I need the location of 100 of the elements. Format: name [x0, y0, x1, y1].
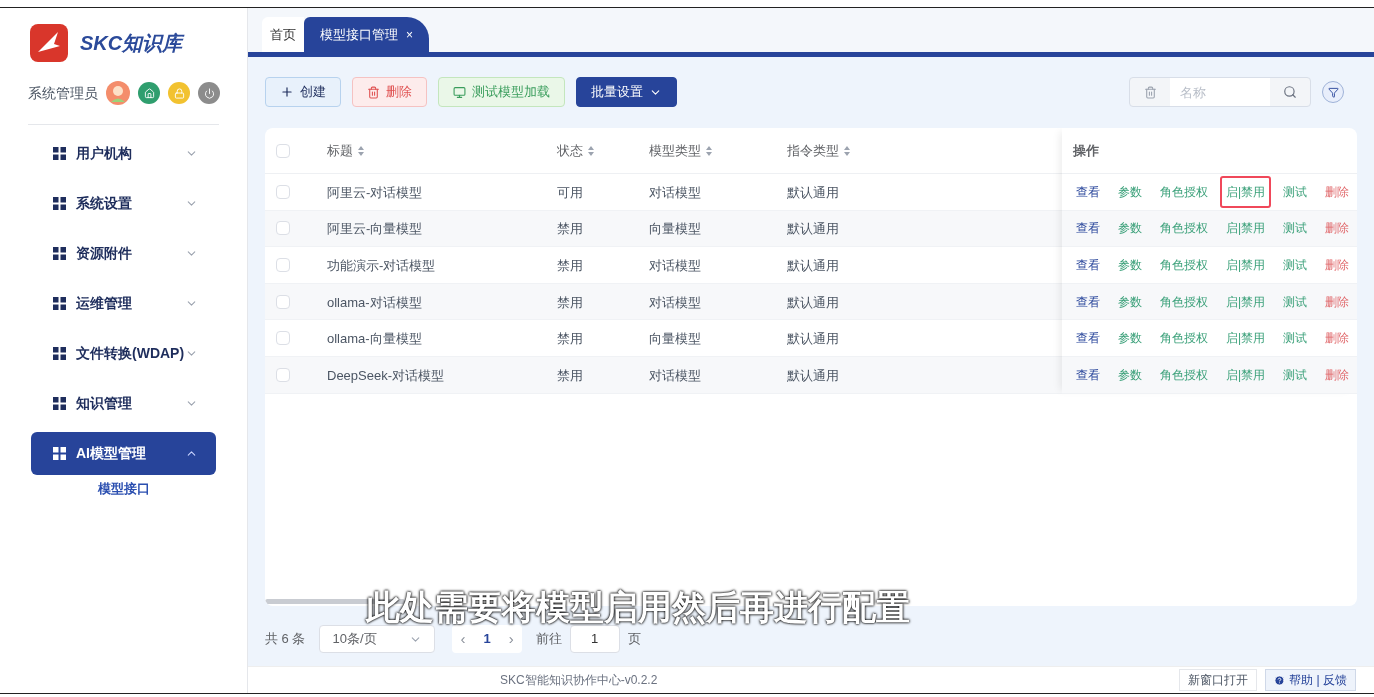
action-link[interactable]: 参数 [1112, 358, 1148, 391]
row-checkbox[interactable] [276, 184, 290, 199]
action-link[interactable]: 测试 [1277, 212, 1314, 245]
new-window-button[interactable]: 新窗口打开 [1179, 669, 1258, 691]
action-link[interactable]: 角色授权 [1154, 212, 1214, 245]
sidebar-subitem[interactable]: 模型接口 [97, 479, 150, 499]
table-cell: 禁用 [557, 258, 583, 273]
action-link[interactable]: 参数 [1112, 249, 1148, 281]
action-link[interactable]: 查看 [1070, 358, 1106, 391]
action-link[interactable]: 参数 [1112, 285, 1148, 318]
column-header[interactable]: 模型类型 [649, 140, 713, 161]
action-link[interactable]: 角色授权 [1154, 322, 1214, 355]
table-cell: 默认通用 [787, 221, 839, 237]
column-header[interactable]: 指令类型 [787, 140, 851, 161]
sort-icon[interactable] [357, 144, 365, 157]
action-link[interactable]: 删除 [1319, 322, 1356, 355]
toolbar-button[interactable]: 创建 [265, 77, 341, 107]
page-unit: 页 [627, 630, 641, 649]
search-field[interactable]: 名称 [1170, 78, 1270, 106]
action-link[interactable]: 查看 [1070, 175, 1106, 208]
row-checkbox[interactable] [276, 331, 290, 346]
help-button[interactable]: 帮助 | 反馈 [1265, 669, 1356, 691]
trash-icon [1143, 85, 1157, 99]
action-link[interactable]: 删除 [1319, 249, 1356, 281]
sort-icon[interactable] [705, 144, 713, 157]
action-link[interactable]: 查看 [1070, 212, 1106, 245]
action-link[interactable]: 启|禁用 [1220, 249, 1272, 281]
table-cell: 禁用 [557, 221, 583, 237]
filter-button[interactable] [1322, 81, 1344, 103]
column-header[interactable]: 标题 [327, 140, 365, 161]
action-link[interactable]: 启|禁用 [1220, 322, 1272, 355]
power-icon[interactable] [198, 82, 220, 104]
action-link[interactable]: 启|禁用 [1220, 212, 1272, 245]
sort-icon[interactable] [587, 144, 595, 157]
column-header[interactable]: 状态 [557, 140, 595, 161]
action-link[interactable]: 测试 [1277, 175, 1314, 208]
table-cell: 禁用 [557, 294, 583, 310]
sidebar-item[interactable]: 系统设置 [31, 182, 216, 225]
grid-icon [53, 297, 66, 310]
sidebar-item[interactable]: 运维管理 [31, 282, 216, 325]
avatar-icon[interactable] [106, 81, 130, 105]
action-link[interactable]: 参数 [1112, 212, 1148, 245]
toolbar-button[interactable]: 测试模型加载 [438, 77, 565, 107]
prev-button[interactable]: ‹ [460, 627, 466, 651]
table-cell: 功能演示-对话模型 [327, 258, 436, 273]
action-link[interactable]: 测试 [1277, 322, 1314, 355]
action-link[interactable]: 角色授权 [1154, 249, 1214, 281]
action-link[interactable]: 查看 [1070, 322, 1106, 355]
action-link[interactable]: 删除 [1319, 175, 1356, 208]
toolbar-button[interactable]: 批量设置 [576, 77, 677, 107]
action-link[interactable]: 删除 [1319, 358, 1356, 391]
search-icon [1283, 85, 1297, 99]
table-cell: 对话模型 [649, 184, 701, 200]
tab[interactable]: 首页 [262, 17, 304, 52]
action-link[interactable]: 查看 [1070, 285, 1106, 318]
table-cell: ollama-对话模型 [327, 294, 422, 310]
action-link[interactable]: 启|禁用 [1220, 175, 1272, 208]
action-link[interactable]: 角色授权 [1154, 285, 1214, 318]
action-link[interactable]: 查看 [1070, 249, 1106, 281]
page-size-select[interactable]: 10条/页 [319, 625, 436, 653]
toolbar-button[interactable]: 删除 [352, 77, 427, 107]
close-icon[interactable]: × [406, 25, 413, 44]
sidebar-item[interactable]: AI模型管理 [31, 432, 216, 475]
lock-icon[interactable] [168, 82, 190, 104]
goto-label: 前往 [535, 630, 562, 649]
table-cell: DeepSeek-对话模型 [327, 367, 445, 383]
tab[interactable]: 模型接口管理 × [304, 17, 429, 52]
help-icon [1274, 674, 1286, 686]
sidebar-item[interactable]: 用户机构 [31, 132, 216, 175]
action-link[interactable]: 测试 [1277, 285, 1314, 318]
next-button[interactable]: › [508, 627, 514, 651]
sidebar-item[interactable]: 资源附件 [31, 232, 216, 275]
page-number[interactable]: 1 [483, 629, 491, 649]
row-checkbox[interactable] [276, 367, 290, 382]
sidebar-item[interactable]: 知识管理 [31, 382, 216, 425]
total-count: 共 6 条 [265, 630, 306, 649]
sidebar-item[interactable]: 文件转换(WDAP) [31, 332, 216, 375]
action-link[interactable]: 参数 [1112, 322, 1148, 355]
row-checkbox[interactable] [276, 294, 290, 309]
table-cell: 默认通用 [787, 258, 839, 273]
table-cell: 默认通用 [787, 367, 839, 383]
header-checkbox[interactable] [276, 143, 290, 158]
row-checkbox[interactable] [276, 258, 290, 272]
action-link[interactable]: 角色授权 [1154, 358, 1214, 391]
action-link[interactable]: 删除 [1319, 212, 1356, 245]
action-link[interactable]: 启|禁用 [1220, 358, 1272, 391]
action-link[interactable]: 角色授权 [1154, 175, 1214, 208]
action-link[interactable]: 测试 [1277, 358, 1314, 391]
sort-icon[interactable] [843, 144, 851, 157]
action-link[interactable]: 启|禁用 [1220, 285, 1272, 318]
home-icon[interactable] [138, 82, 160, 104]
row-checkbox[interactable] [276, 221, 290, 236]
table-cell: 向量模型 [649, 331, 701, 347]
table-cell: 可用 [557, 184, 583, 200]
action-link[interactable]: 测试 [1277, 249, 1314, 281]
grid-icon [53, 247, 66, 260]
table-cell: 默认通用 [787, 184, 839, 200]
goto-field[interactable]: 1 [569, 625, 620, 653]
action-link[interactable]: 参数 [1112, 175, 1148, 208]
action-link[interactable]: 删除 [1319, 285, 1356, 318]
